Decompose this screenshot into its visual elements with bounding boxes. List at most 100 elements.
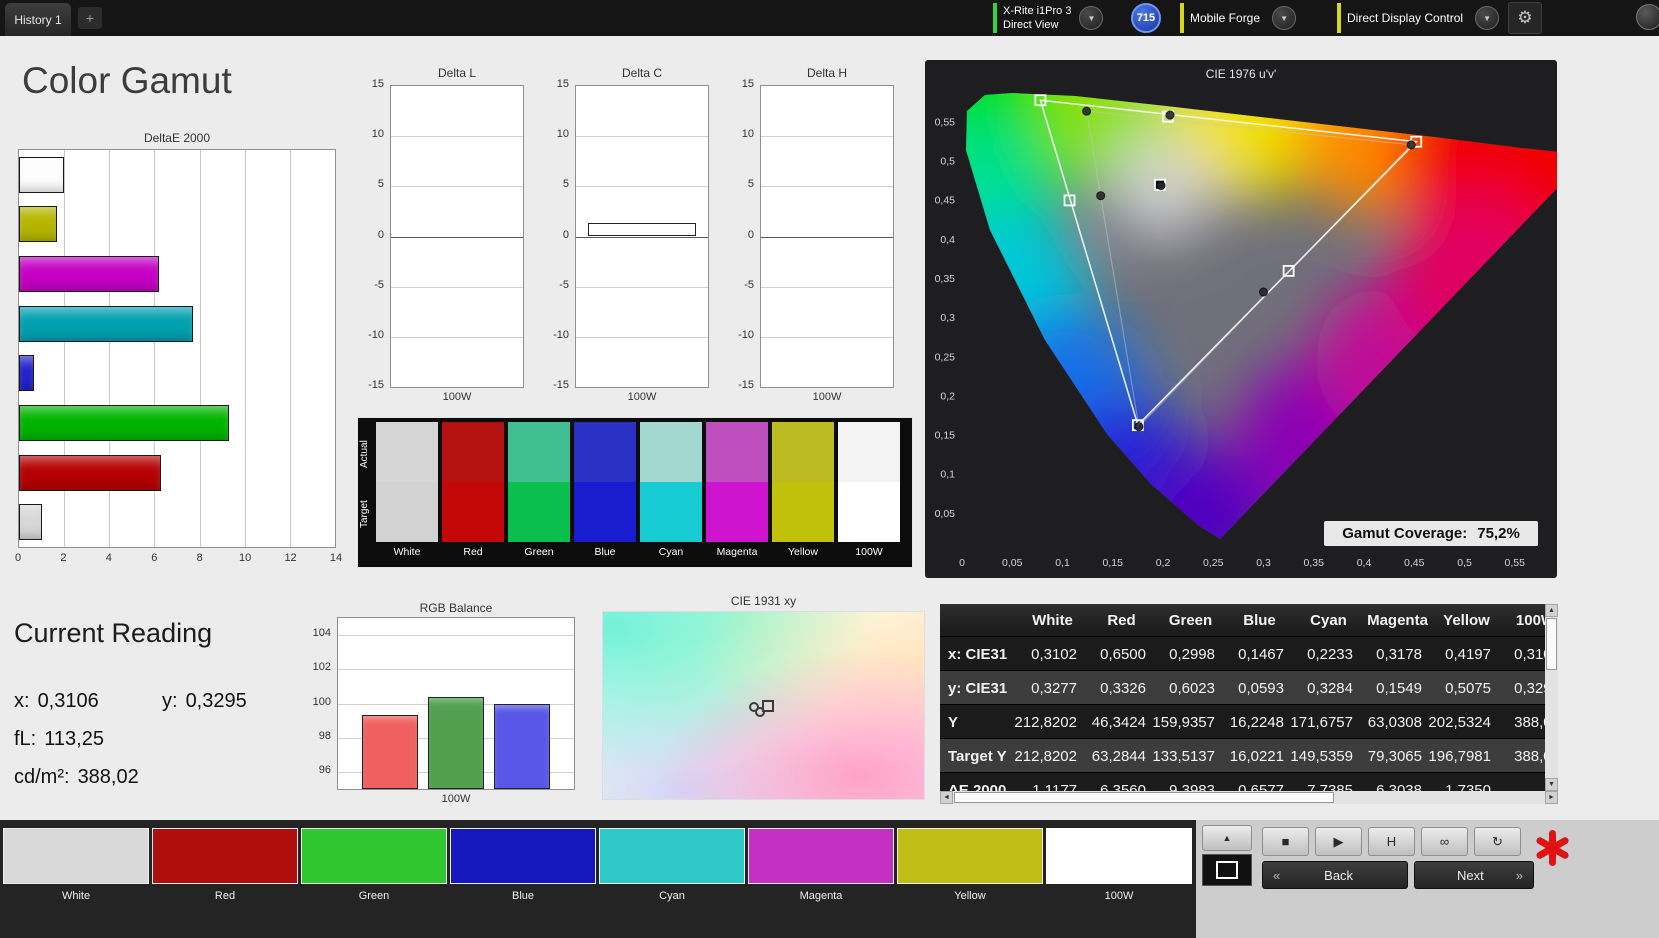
tab-history-1[interactable]: History 1 (5, 3, 71, 36)
rgb-balance-title: RGB Balance (419, 601, 493, 615)
chevron-down-icon[interactable]: ▼ (1272, 6, 1297, 30)
target-swatch (772, 482, 834, 542)
gridline (391, 136, 523, 138)
table-cell: 0,1467 (1238, 645, 1284, 663)
column-header: Yellow (1443, 612, 1490, 629)
actual-swatch (508, 422, 570, 482)
pattern-swatch-red[interactable] (152, 828, 298, 884)
column-header: Magenta (1367, 612, 1428, 629)
actual-swatch (376, 422, 438, 482)
stop-button[interactable]: ■ (1262, 827, 1309, 856)
continuous-measure-button[interactable]: ∞ (1421, 827, 1468, 856)
scrollbar-thumb[interactable] (954, 792, 1334, 803)
play-button[interactable]: ▶ (1315, 827, 1362, 856)
swatch-column-white: White (376, 422, 438, 562)
axis-tick-label: 0,4 (940, 234, 955, 246)
axis-tick-label: 6 (151, 552, 158, 564)
alert-asterisk-icon[interactable] (1528, 824, 1576, 872)
pattern-label: Red (214, 890, 236, 902)
table-cell: 0,6500 (1100, 645, 1146, 663)
pattern-swatch-100w[interactable] (1046, 828, 1192, 884)
table-cell: 0,2998 (1169, 645, 1215, 663)
axis-tick-label: 0,2 (1156, 557, 1171, 569)
table-cell: 0,3178 (1376, 645, 1422, 663)
table-row[interactable]: x: CIE31 0,3102 0,6500 0,2998 0,1467 0,2233 0,… (940, 637, 1545, 671)
axis-tick-label: 0,25 (935, 351, 956, 363)
scroll-down-icon[interactable]: ▼ (1545, 778, 1558, 791)
scrollbar-thumb[interactable] (1546, 618, 1557, 670)
axis-tick-label: 0,3 (1256, 557, 1271, 569)
pattern-source-selector[interactable]: Mobile Forge ▼ (1180, 2, 1297, 34)
swatch-column-red: Red (442, 422, 504, 562)
expand-button[interactable]: ▲ (1202, 825, 1252, 851)
target-swatch (442, 482, 504, 542)
axis-tick-label: 0,15 (935, 430, 956, 442)
gridline (576, 186, 708, 188)
row-label: x: CIE31 (948, 645, 1008, 663)
delta-l-x-label: 100W (442, 391, 472, 403)
axis-tick-label: 15 (741, 78, 754, 90)
deltae-bar-magenta (19, 256, 159, 293)
scrollbar-track[interactable] (1335, 791, 1545, 804)
corner-circle-button[interactable] (1636, 4, 1659, 30)
transport-bar: ▲ ■ ▶ H ∞ ↻ « Back Next » (1196, 820, 1659, 938)
axis-tick-label: 0,25 (1203, 557, 1224, 569)
pattern-label: Magenta (799, 890, 843, 902)
cie-1931-diagram (602, 611, 925, 800)
delta-h-title: Delta H (806, 66, 847, 80)
fl-label: fL: (14, 728, 37, 750)
scroll-left-icon[interactable]: ◄ (940, 791, 953, 804)
table-cell: 0,6023 (1169, 679, 1215, 697)
axis-tick-label: 12 (284, 552, 297, 564)
pattern-swatch-white[interactable] (3, 828, 149, 884)
gear-icon[interactable]: ⚙ (1508, 2, 1542, 34)
table-horizontal-scrollbar[interactable]: ◄ ► (940, 791, 1558, 804)
scroll-right-icon[interactable]: ► (1545, 791, 1558, 804)
pattern-swatch-magenta[interactable] (748, 828, 894, 884)
gridline (761, 336, 893, 338)
single-measure-button[interactable]: H (1368, 827, 1415, 856)
current-reading-heading: Current Reading (14, 618, 213, 648)
swatch-label: Green (524, 546, 554, 558)
table-vertical-scrollbar[interactable]: ▲ ▼ (1545, 604, 1558, 791)
gridline (199, 150, 201, 547)
deltae-bar-green (19, 404, 229, 441)
chevron-down-icon[interactable]: ▼ (1475, 6, 1500, 30)
pattern-label: White (61, 890, 91, 902)
display-control-selector[interactable]: Direct Display Control ▼ (1337, 2, 1500, 34)
scrollbar-track[interactable] (1545, 671, 1558, 778)
pattern-swatch-cyan[interactable] (599, 828, 745, 884)
deltae-bar-blue (19, 355, 34, 392)
measured-marker-red (1406, 140, 1416, 150)
swatch-label: White (393, 546, 421, 558)
refresh-button[interactable]: ↻ (1474, 827, 1521, 856)
pattern-swatch-blue[interactable] (450, 828, 596, 884)
deltae-x-axis: 0 2 4 6 8 10 12 14 (15, 552, 342, 566)
pattern-swatch-green[interactable] (301, 828, 447, 884)
chevron-down-icon[interactable]: ▼ (1079, 6, 1104, 30)
x-label: x: (14, 690, 30, 712)
delta-c-x-label: 100W (627, 391, 657, 403)
pattern-bar: White Red Green Blue Cyan Magenta Yellow 100W (0, 820, 1196, 938)
back-label: Back (1324, 867, 1354, 883)
add-tab-button[interactable]: + (78, 7, 102, 29)
table-row[interactable]: Target Y 212,8202 63,2844 133,5137 16,0221 14… (940, 739, 1545, 773)
scroll-up-icon[interactable]: ▲ (1545, 604, 1558, 617)
axis-tick-label: 0,45 (1404, 557, 1425, 569)
back-button[interactable]: « Back (1262, 861, 1408, 889)
table-row[interactable]: Y 212,8202 46,3424 159,9357 16,2248 171,6757 6… (940, 705, 1545, 739)
table-row[interactable]: ΔE 2000 1,1177 6,3560 9,3983 0,6577 7,7385 6,3… (940, 773, 1545, 791)
axis-tick-label: 2 (60, 552, 67, 564)
gridline (761, 286, 893, 288)
pattern-swatch-yellow[interactable] (897, 828, 1043, 884)
y-value: 0,3295 (185, 690, 247, 712)
table-cell: 16,0221 (1229, 747, 1284, 765)
meter-selector[interactable]: X-Rite i1Pro 3 Direct View ▼ (993, 2, 1104, 34)
next-button[interactable]: Next » (1414, 861, 1534, 889)
table-row[interactable]: y: CIE31 0,3277 0,3326 0,6023 0,0593 0,3284 0,… (940, 671, 1545, 705)
meter-name: X-Rite i1Pro 3 Direct View (1003, 4, 1071, 33)
pattern-window-button[interactable] (1202, 854, 1252, 886)
column-header (940, 604, 1018, 637)
column-header: Cyan (1310, 612, 1347, 629)
swatch-label: Blue (594, 546, 616, 558)
